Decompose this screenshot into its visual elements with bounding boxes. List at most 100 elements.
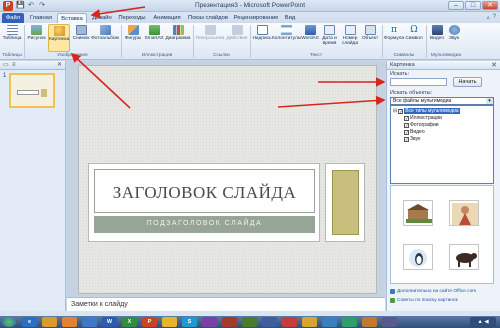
object-icon — [364, 25, 376, 35]
video-button[interactable]: Видео — [428, 24, 446, 41]
maximize-button[interactable]: □ — [465, 1, 481, 10]
minimize-button[interactable]: – — [448, 1, 464, 10]
shapes-icon — [127, 25, 139, 35]
close-pane-icon[interactable]: ✕ — [491, 61, 497, 69]
equation-button[interactable]: π Формула — [384, 24, 404, 41]
header-footer-label: Колонтитулы — [272, 36, 302, 41]
office-com-link[interactable]: Дополнительно на сайте Office.com — [390, 289, 476, 294]
checkbox[interactable]: ✓ — [404, 122, 409, 128]
slide-thumbnail[interactable] — [9, 73, 55, 108]
tab-slideshow[interactable]: Показ слайдов — [186, 13, 230, 23]
access-icon[interactable] — [222, 317, 237, 327]
datetime-button[interactable]: Дата и время — [320, 24, 339, 46]
explorer-icon[interactable] — [42, 317, 57, 327]
tab-transitions[interactable]: Переходы — [117, 13, 147, 23]
powerpoint-icon[interactable]: P — [142, 317, 157, 327]
video-label: Видео — [429, 36, 444, 41]
app-icon[interactable] — [322, 317, 337, 327]
tab-animation[interactable]: Анимация — [150, 13, 184, 23]
app-icon[interactable] — [262, 317, 277, 327]
clipart-result[interactable] — [403, 200, 433, 226]
bull-picture-icon — [456, 253, 477, 267]
chart-button[interactable]: Диаграмма — [165, 24, 191, 41]
thumbnail-title-box — [17, 90, 39, 95]
clipart-pane-title: Картинка — [390, 62, 415, 68]
photoalbum-button[interactable]: Фотоальбом — [91, 24, 119, 41]
wordart-button[interactable]: WordArt — [301, 24, 319, 41]
app-icon[interactable] — [382, 317, 397, 327]
app-icon[interactable] — [302, 317, 317, 327]
media-type-select[interactable]: Все файлы мультимедиа ▾ — [390, 97, 494, 105]
header-footer-button[interactable]: Колонтитулы — [272, 24, 302, 41]
smartart-button[interactable]: SmartArt — [143, 24, 165, 41]
app-icon[interactable] — [342, 317, 357, 327]
action-button[interactable]: Действие — [226, 24, 248, 41]
pi-icon: π — [391, 25, 397, 35]
onenote-icon[interactable] — [202, 317, 217, 327]
checkbox[interactable]: ✓ — [404, 129, 409, 135]
search-tips-link[interactable]: Советы по поиску картинок — [390, 298, 458, 303]
hyperlink-button[interactable]: Гиперссылка — [194, 24, 226, 41]
media-option-audio[interactable]: ✓ Звук — [404, 136, 420, 142]
chevron-down-icon[interactable]: ▾ — [486, 98, 493, 104]
checkbox[interactable]: ✓ — [398, 108, 404, 114]
office-com-link-text: Дополнительно на сайте Office.com — [397, 289, 477, 294]
go-button[interactable]: Начать — [453, 77, 482, 87]
subtitle-placeholder[interactable]: ПОДЗАГОЛОВОК СЛАЙДА — [94, 216, 315, 233]
tab-file[interactable]: Файл — [2, 13, 24, 23]
firefox-icon[interactable] — [62, 317, 77, 327]
ie-icon[interactable]: e — [22, 317, 37, 327]
start-button-icon[interactable] — [2, 317, 16, 327]
media-type-list: ⊟ ✓ Все типы мультимедиа ✓ Иллюстрации ✓… — [390, 105, 494, 184]
clipart-button[interactable]: Картинка — [48, 24, 70, 52]
object-button[interactable]: Объект — [360, 24, 380, 41]
publisher-icon[interactable] — [242, 317, 257, 327]
media-option-all[interactable]: ⊟ ✓ Все типы мультимедиа — [393, 108, 460, 114]
outline-tab-icon[interactable]: ≡ — [12, 61, 16, 70]
minimize-ribbon-icon[interactable]: ▵ — [487, 14, 490, 21]
checkbox[interactable]: ✓ — [404, 115, 409, 121]
close-panel-icon[interactable]: ✕ — [57, 61, 62, 70]
media-option-illustrations[interactable]: ✓ Иллюстрации — [404, 115, 442, 121]
slides-tab-icon[interactable]: ▭ — [3, 61, 9, 70]
system-tray[interactable]: ▲ ◀ — [470, 317, 496, 327]
symbol-button[interactable]: Ω Символ — [404, 24, 424, 41]
media-option-video[interactable]: ✓ Видео — [404, 129, 425, 135]
group-label-symbols: Символы — [393, 53, 415, 58]
app-icon[interactable] — [362, 317, 377, 327]
datetime-label: Дата и время — [322, 36, 337, 46]
audio-button[interactable]: Звук — [446, 24, 462, 41]
screenshot-button[interactable]: Снимок — [71, 24, 91, 41]
outlook-icon[interactable] — [162, 317, 177, 327]
tab-view[interactable]: Вид — [282, 13, 298, 23]
picture-button[interactable]: Рисунок — [26, 24, 47, 41]
excel-icon[interactable]: X — [122, 317, 137, 327]
tab-design[interactable]: Дизайн — [89, 13, 115, 23]
clipart-result[interactable] — [449, 200, 479, 226]
title-placeholder[interactable]: ЗАГОЛОВОК СЛАЙДА — [94, 169, 315, 213]
tab-home[interactable]: Главная — [27, 13, 55, 23]
slide-number-button[interactable]: Номер слайда — [340, 24, 360, 46]
clipart-result[interactable] — [449, 244, 479, 270]
slide-canvas[interactable]: ЗАГОЛОВОК СЛАЙДА ПОДЗАГОЛОВОК СЛАЙДА — [78, 65, 377, 294]
shapes-button[interactable]: Фигуры — [123, 24, 143, 41]
textbox-button[interactable]: Надпись — [252, 24, 272, 41]
media-option-photos[interactable]: ✓ Фотографии — [404, 122, 439, 128]
clipart-result[interactable] — [403, 244, 433, 270]
close-button[interactable]: ✕ — [482, 1, 498, 10]
media-player-icon[interactable] — [82, 317, 97, 327]
app-icon[interactable] — [282, 317, 297, 327]
village-picture-icon — [406, 204, 432, 223]
checkbox[interactable]: ✓ — [404, 136, 409, 142]
table-button[interactable]: Таблица — [2, 24, 22, 41]
skype-icon[interactable]: S — [182, 317, 197, 327]
collapse-icon[interactable]: ⊟ — [393, 108, 397, 114]
group-label-illustrations: Иллюстрации — [141, 53, 173, 58]
tab-review[interactable]: Рецензирование — [231, 13, 281, 23]
notes-pane[interactable]: Заметки к слайду — [67, 297, 385, 311]
tab-insert[interactable]: Вставка — [57, 13, 87, 23]
side-decoration-fill — [332, 170, 359, 235]
help-icon[interactable]: ? — [493, 14, 496, 21]
search-input[interactable] — [390, 78, 447, 86]
word-icon[interactable]: W — [102, 317, 117, 327]
